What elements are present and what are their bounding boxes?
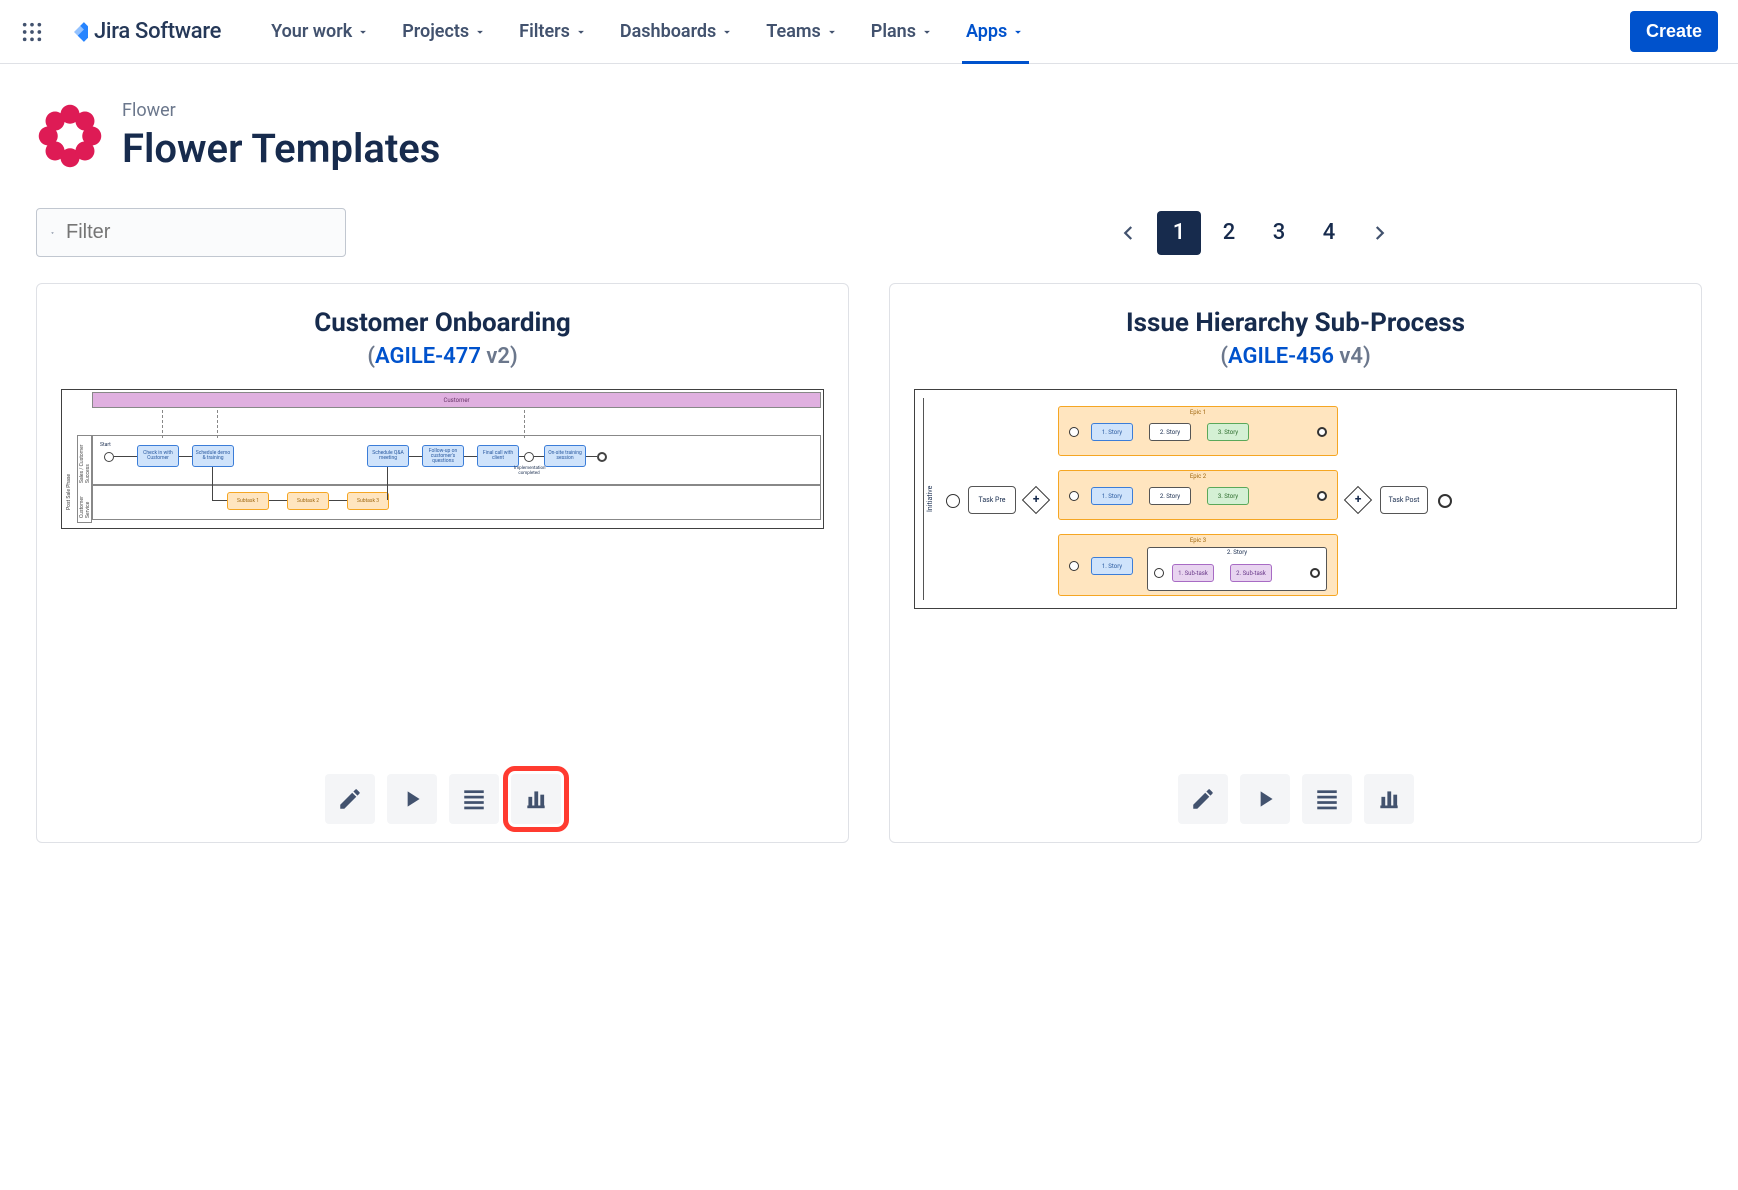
- list-button[interactable]: [449, 774, 499, 824]
- product-logo[interactable]: Jira Software: [60, 18, 221, 46]
- flower-project-icon: [36, 102, 104, 170]
- story-node: 1. Story: [1091, 423, 1133, 441]
- story-node: 1. Story: [1091, 487, 1133, 505]
- bar-chart-icon: [523, 786, 549, 812]
- story-node: 2. Story: [1149, 423, 1191, 441]
- template-cards: Customer Onboarding (AGILE-477 v2) Custo…: [36, 283, 1702, 843]
- product-name: Jira Software: [94, 19, 221, 44]
- template-title: Issue Hierarchy Sub-Process: [914, 308, 1677, 338]
- play-icon: [399, 786, 425, 812]
- page-prev[interactable]: [1107, 211, 1151, 255]
- template-version: v4: [1339, 344, 1363, 369]
- nav-item-plans[interactable]: Plans: [857, 11, 948, 52]
- bpmn-diagram: Initiative Task Pre Epic 11. Story2. Sto…: [914, 389, 1677, 609]
- pencil-icon: [1190, 786, 1216, 812]
- breadcrumb[interactable]: Flower: [122, 100, 440, 121]
- chevron-down-icon: [825, 25, 839, 39]
- chart-button[interactable]: [511, 774, 561, 824]
- chart-button[interactable]: [1364, 774, 1414, 824]
- pagination: 1234: [1107, 211, 1401, 255]
- chevron-left-icon: [1120, 224, 1138, 242]
- page-title: Flower Templates: [122, 125, 440, 172]
- highlighted-action: [503, 766, 569, 832]
- bar-chart-icon: [1376, 786, 1402, 812]
- controls-row: 1234: [36, 208, 1702, 257]
- create-button[interactable]: Create: [1630, 11, 1718, 52]
- run-button[interactable]: [387, 774, 437, 824]
- bpmn-diagram: Customer Post Sale Phase Sales / Custome…: [61, 389, 824, 529]
- filter-input[interactable]: [66, 221, 331, 244]
- pool-customer: Customer: [92, 392, 821, 408]
- jira-logo-icon: [60, 18, 88, 46]
- chevron-down-icon: [1011, 25, 1025, 39]
- story-node: 3. Story: [1207, 423, 1249, 441]
- run-button[interactable]: [1240, 774, 1290, 824]
- edit-button[interactable]: [325, 774, 375, 824]
- subtask-node: 2. Sub-task: [1230, 564, 1272, 582]
- outer-lane-label: Post Sale Phase: [66, 450, 72, 510]
- story-node: 2. Story: [1149, 487, 1191, 505]
- chevron-down-icon: [473, 25, 487, 39]
- story-node: 1. Story: [1091, 557, 1133, 575]
- list-icon: [1314, 786, 1340, 812]
- edit-button[interactable]: [1178, 774, 1228, 824]
- issue-key-link[interactable]: AGILE-456: [1228, 344, 1334, 369]
- template-title: Customer Onboarding: [61, 308, 824, 338]
- template-subtitle: (AGILE-477 v2): [61, 344, 824, 369]
- template-version: v2: [486, 344, 510, 369]
- nav-item-filters[interactable]: Filters: [505, 11, 602, 52]
- epic-box: Epic 21. Story2. Story3. Story: [1058, 470, 1338, 520]
- page-3[interactable]: 3: [1257, 211, 1301, 255]
- card-actions: [61, 754, 824, 824]
- filter-box[interactable]: [36, 208, 346, 257]
- chevron-right-icon: [1370, 224, 1388, 242]
- chevron-down-icon: [920, 25, 934, 39]
- lane-initiative: Initiative: [923, 398, 936, 600]
- list-icon: [461, 786, 487, 812]
- subtask-node: 1. Sub-task: [1172, 564, 1214, 582]
- epic-box: Epic 11. Story2. Story3. Story: [1058, 406, 1338, 456]
- top-navigation: Jira Software Your workProjectsFiltersDa…: [0, 0, 1738, 64]
- nav-item-apps[interactable]: Apps: [952, 11, 1039, 52]
- lane1-label: Sales / Customer Success: [79, 438, 91, 483]
- template-card: Issue Hierarchy Sub-Process (AGILE-456 v…: [889, 283, 1702, 843]
- page-4[interactable]: 4: [1307, 211, 1351, 255]
- page-1[interactable]: 1: [1157, 211, 1201, 255]
- epic-box: Epic 31. Story2. Story1. Sub-task2. Sub-…: [1058, 534, 1338, 596]
- nav-items: Your workProjectsFiltersDashboardsTeamsP…: [257, 11, 1039, 52]
- page-2[interactable]: 2: [1207, 211, 1251, 255]
- issue-key-link[interactable]: AGILE-477: [375, 344, 481, 369]
- template-card: Customer Onboarding (AGILE-477 v2) Custo…: [36, 283, 849, 843]
- list-button[interactable]: [1302, 774, 1352, 824]
- chevron-down-icon: [356, 25, 370, 39]
- chevron-down-icon: [720, 25, 734, 39]
- app-switcher-icon[interactable]: [20, 20, 44, 44]
- page-next[interactable]: [1357, 211, 1401, 255]
- play-icon: [1252, 786, 1278, 812]
- card-actions: [914, 754, 1677, 824]
- story-node: 3. Story: [1207, 487, 1249, 505]
- filter-icon: [51, 223, 54, 243]
- page-header: Flower Flower Templates: [36, 100, 1702, 172]
- pencil-icon: [337, 786, 363, 812]
- chevron-down-icon: [574, 25, 588, 39]
- nav-item-dashboards[interactable]: Dashboards: [606, 11, 748, 52]
- template-subtitle: (AGILE-456 v4): [914, 344, 1677, 369]
- nav-item-projects[interactable]: Projects: [388, 11, 501, 52]
- nav-item-teams[interactable]: Teams: [752, 11, 853, 52]
- lane2-label: Customer Service: [79, 488, 91, 518]
- nav-item-your-work[interactable]: Your work: [257, 11, 384, 52]
